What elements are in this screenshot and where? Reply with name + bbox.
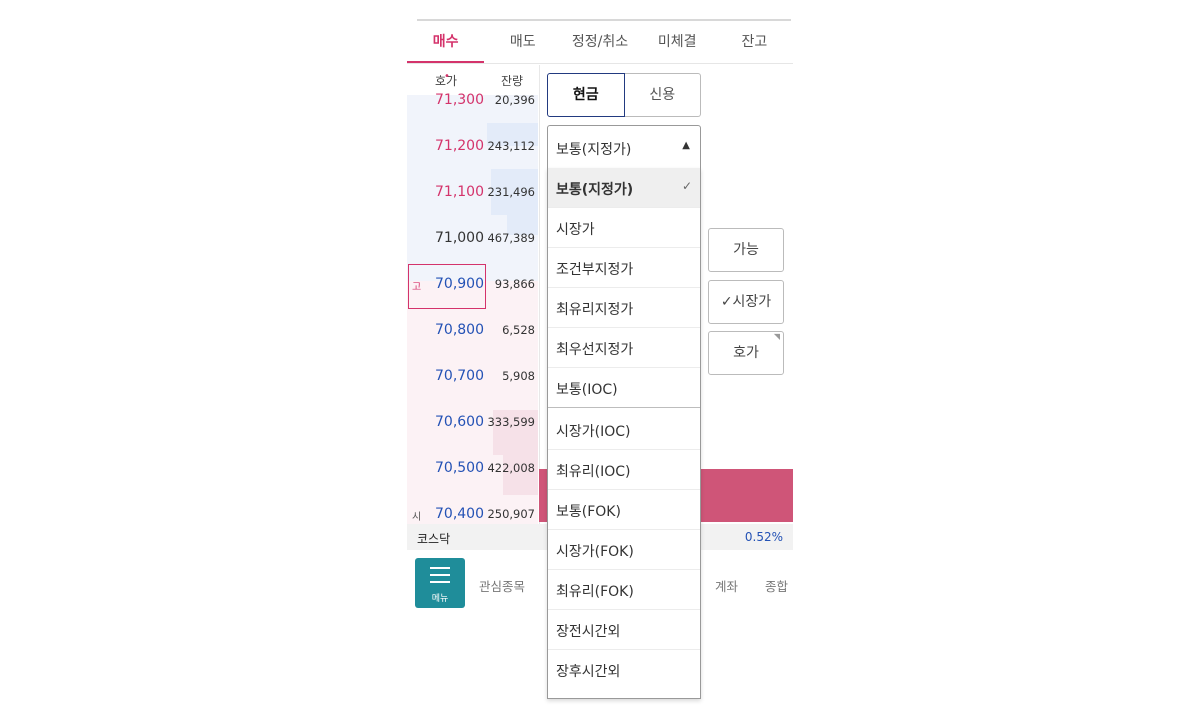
tab-sell[interactable]: 매도 bbox=[484, 22, 561, 63]
option-best-ioc[interactable]: 최유리(IOC) bbox=[548, 450, 700, 490]
option-market-ioc[interactable]: 시장가(IOC) bbox=[548, 410, 700, 450]
option-best-limit[interactable]: 최유리지정가 bbox=[548, 288, 700, 328]
credit-button[interactable]: 신용 bbox=[624, 73, 701, 117]
order-book-row[interactable]: 70,800 6,528 bbox=[407, 308, 538, 354]
open-marker: 시 bbox=[412, 512, 422, 523]
order-book-row[interactable]: 70,700 5,908 bbox=[407, 354, 538, 400]
row-qty: 422,008 bbox=[487, 461, 535, 475]
tab-unfilled[interactable]: 미체결 bbox=[639, 22, 716, 63]
vertical-divider bbox=[539, 65, 540, 525]
option-market-fok[interactable]: 시장가(FOK) bbox=[548, 530, 700, 570]
row-qty: 250,907 bbox=[487, 507, 535, 521]
trading-screen: 매수 매도 정정/취소 미체결 잔고 호가 • 잔량 71,300 20,396… bbox=[407, 0, 793, 713]
nav-account[interactable]: 계좌 bbox=[715, 576, 738, 595]
row-price: 71,200 bbox=[435, 138, 484, 154]
market-name: 코스닥 bbox=[417, 532, 451, 546]
option-top-priority-limit[interactable]: 최우선지정가 bbox=[548, 328, 700, 368]
option-normal-limit[interactable]: 보통(지정가) ✓ bbox=[548, 168, 700, 208]
row-qty: 5,908 bbox=[502, 369, 535, 383]
order-book-row[interactable]: 71,100 231,496 bbox=[407, 170, 538, 216]
option-best-fok[interactable]: 최유리(FOK) bbox=[548, 570, 700, 610]
tab-balance[interactable]: 잔고 bbox=[716, 22, 793, 63]
option-pre-market[interactable]: 장전시간외 bbox=[548, 610, 700, 650]
row-qty: 20,396 bbox=[494, 93, 535, 107]
top-divider bbox=[417, 19, 791, 21]
available-button[interactable]: 가능 bbox=[708, 228, 784, 272]
order-type-select[interactable]: 보통(지정가) ▲ bbox=[547, 125, 701, 169]
hamburger-icon bbox=[430, 567, 450, 588]
order-book-row[interactable]: 70,600 333,599 bbox=[407, 400, 538, 446]
row-qty: 467,389 bbox=[487, 231, 535, 245]
check-icon: ✓ bbox=[681, 179, 692, 193]
option-normal-fok[interactable]: 보통(FOK) bbox=[548, 490, 700, 530]
row-price: 70,700 bbox=[435, 368, 484, 384]
order-book-row[interactable]: 71,200 243,112 bbox=[407, 124, 538, 170]
menu-button[interactable]: 메뉴 bbox=[415, 558, 465, 608]
row-price: 70,800 bbox=[435, 322, 484, 338]
tab-modify-cancel[interactable]: 정정/취소 bbox=[561, 22, 638, 63]
caret-up-icon: ▲ bbox=[682, 140, 690, 151]
corner-triangle-icon: ◥ bbox=[773, 332, 780, 341]
option-market[interactable]: 시장가 bbox=[548, 208, 700, 248]
row-price: 70,600 bbox=[435, 414, 484, 430]
order-type-value: 보통(지정가) bbox=[556, 142, 632, 158]
market-change: 0.52% bbox=[744, 530, 783, 544]
row-price: 71,300 bbox=[435, 92, 484, 108]
option-normal-ioc[interactable]: 보통(IOC) bbox=[548, 368, 700, 408]
quote-button[interactable]: 호가 ◥ bbox=[708, 331, 784, 375]
order-book-row[interactable]: 71,300 20,396 bbox=[407, 78, 538, 124]
option-conditional-limit[interactable]: 조건부지정가 bbox=[548, 248, 700, 288]
payment-toggle: 현금 신용 bbox=[547, 73, 701, 117]
current-price-highlight bbox=[408, 264, 486, 309]
row-price: 71,000 bbox=[435, 230, 484, 246]
order-book-row[interactable]: 70,500 422,008 bbox=[407, 446, 538, 492]
option-after-market[interactable]: 장후시간외 bbox=[548, 650, 700, 690]
row-price: 70,500 bbox=[435, 460, 484, 476]
order-book-row[interactable]: 시 70,400 250,907 bbox=[407, 492, 538, 525]
market-price-button[interactable]: ✓시장가 bbox=[708, 280, 784, 324]
row-price: 70,400 bbox=[435, 506, 484, 522]
order-type-dropdown: 보통(지정가) ✓ 시장가 조건부지정가 최유리지정가 최우선지정가 보통(IO… bbox=[547, 168, 701, 699]
row-qty: 231,496 bbox=[487, 185, 535, 199]
quote-label: 호가 bbox=[733, 345, 759, 361]
cash-button[interactable]: 현금 bbox=[547, 73, 625, 117]
row-price: 71,100 bbox=[435, 184, 484, 200]
row-qty: 333,599 bbox=[487, 415, 535, 429]
menu-label: 메뉴 bbox=[431, 594, 449, 604]
row-qty: 6,528 bbox=[502, 323, 535, 337]
order-tabs: 매수 매도 정정/취소 미체결 잔고 bbox=[407, 22, 793, 64]
nav-watchlist[interactable]: 관심종목 bbox=[479, 576, 525, 595]
tab-buy[interactable]: 매수 bbox=[407, 22, 485, 63]
row-qty: 243,112 bbox=[487, 139, 535, 153]
order-book-row[interactable]: 71,000 467,389 bbox=[407, 216, 538, 262]
nav-summary[interactable]: 종합 bbox=[765, 576, 788, 595]
row-qty: 93,866 bbox=[494, 277, 535, 291]
